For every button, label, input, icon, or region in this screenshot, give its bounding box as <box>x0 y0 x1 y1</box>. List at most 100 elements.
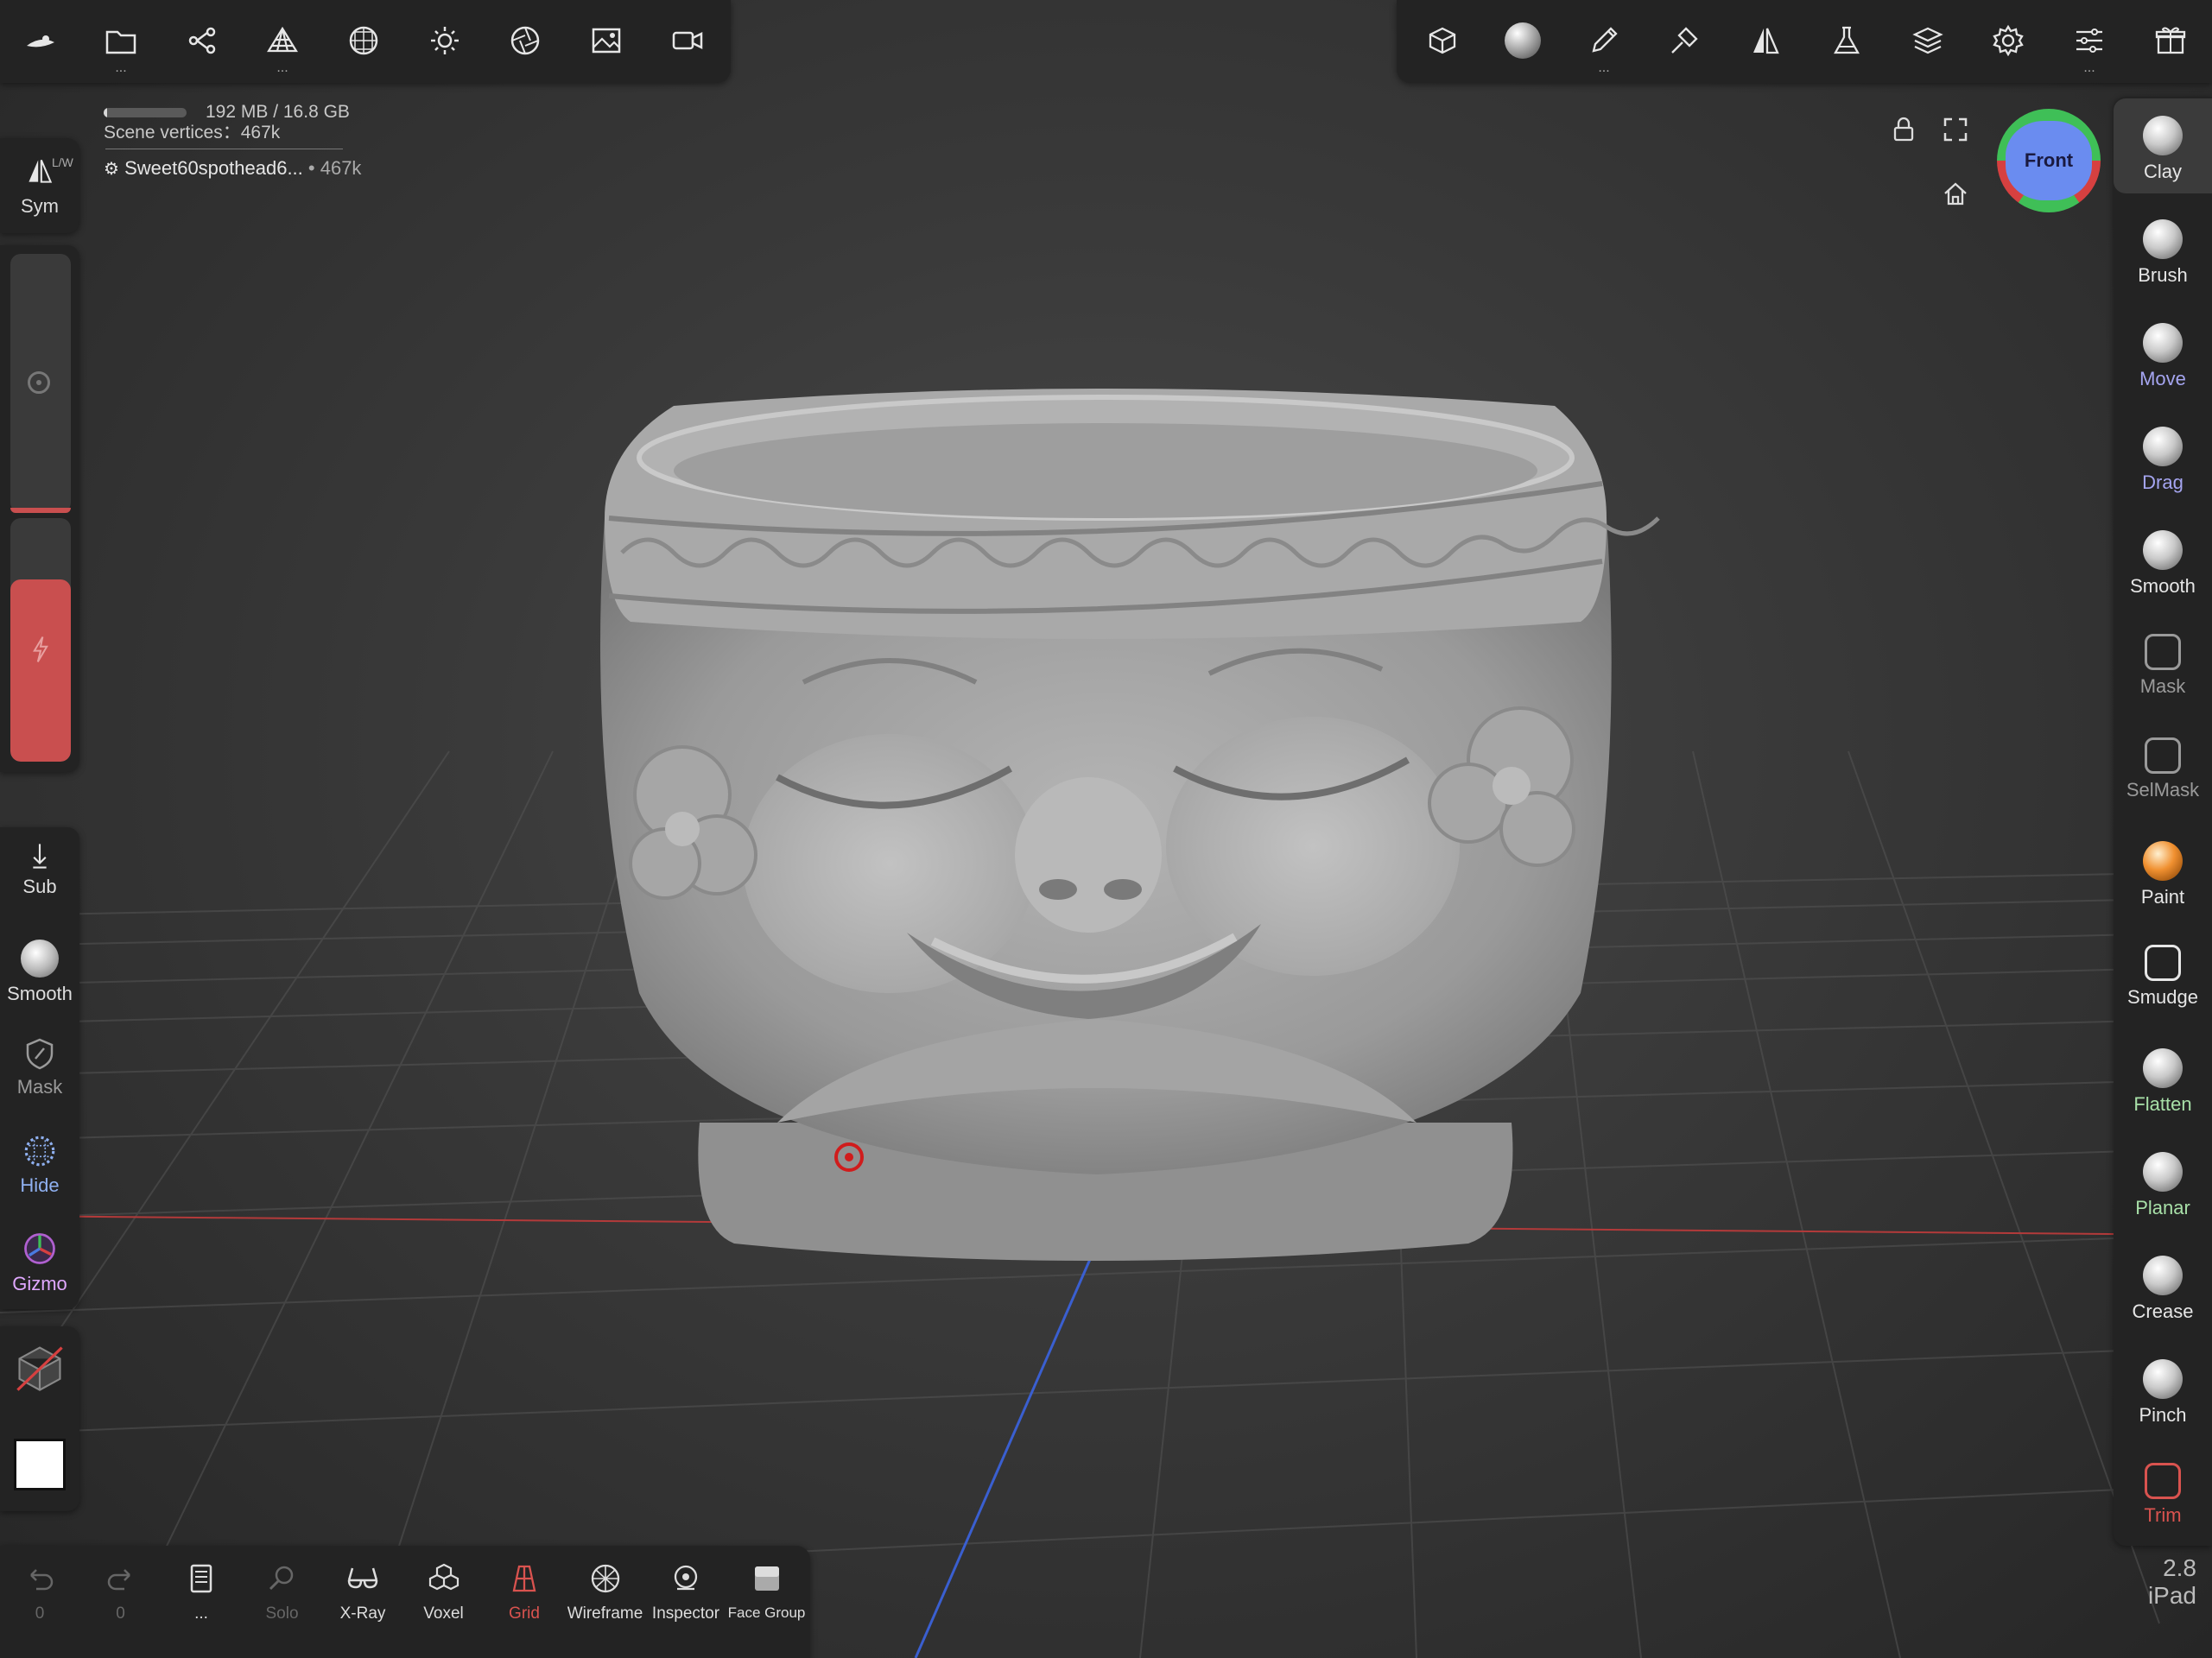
symmetry-icon[interactable] <box>1737 12 1794 69</box>
sculpt-model-pot-head[interactable] <box>0 0 2212 1658</box>
flatten-sphere-icon <box>2143 1048 2183 1088</box>
lock-icon[interactable] <box>1890 116 1917 143</box>
version-device: iPad <box>2147 1582 2196 1609</box>
tool-label: Move <box>2139 368 2186 389</box>
wireframe-sphere-icon <box>591 1564 619 1593</box>
solo-search-icon <box>269 1566 293 1591</box>
camera-disabled-icon <box>16 1346 63 1391</box>
crease-sphere-icon <box>2143 1256 2183 1295</box>
tool-planar[interactable]: Planar <box>2114 1135 2212 1230</box>
face-group-button[interactable]: Face Group <box>727 1561 807 1622</box>
video-icon[interactable] <box>659 12 716 69</box>
sym-badge: L/W <box>52 155 73 169</box>
layers-icon[interactable] <box>1899 12 1956 69</box>
memory-bar <box>104 107 187 117</box>
tool-drag[interactable]: Drag <box>2114 409 2212 504</box>
drag-sphere-icon <box>2143 427 2183 466</box>
tool-crease[interactable]: Crease <box>2114 1238 2212 1333</box>
tool-move[interactable]: Move <box>2114 306 2212 401</box>
clay-sphere-icon <box>2143 116 2183 155</box>
smooth-label: Smooth <box>7 983 73 1004</box>
topology-icon[interactable] <box>335 12 392 69</box>
intensity-slider[interactable] <box>10 518 71 762</box>
tool-mask[interactable]: Mask <box>2114 617 2212 712</box>
xray-glasses-button[interactable]: X-Ray <box>323 1561 402 1623</box>
multires-icon[interactable]: ... <box>254 12 311 75</box>
stroke-pen-icon[interactable]: ... <box>1575 12 1632 75</box>
tool-label: Trim <box>2144 1504 2182 1526</box>
solo-search-button[interactable]: Solo <box>243 1561 322 1623</box>
bottom-button-label: Solo <box>265 1604 299 1623</box>
folder-icon[interactable]: ... <box>92 12 149 75</box>
matcap-sphere-icon[interactable] <box>1494 12 1551 69</box>
hide-label: Hide <box>20 1174 60 1196</box>
undo-button[interactable]: 0 <box>0 1561 79 1623</box>
settings-gear-icon[interactable] <box>1980 12 2037 69</box>
background-image-icon[interactable] <box>578 12 635 69</box>
smooth-button[interactable]: Smooth <box>0 940 79 1005</box>
object-row[interactable]: ⚙ Sweet60spothead6... • 467k <box>104 158 361 180</box>
tool-label: Mask <box>2139 675 2186 697</box>
camera-toggle-button[interactable] <box>0 1340 79 1401</box>
bottom-button-label: Face Group <box>727 1604 806 1621</box>
sym-panel[interactable]: Sym L/W <box>0 138 79 233</box>
tool-label: Planar <box>2135 1197 2190 1218</box>
color-swatch[interactable] <box>0 1439 79 1490</box>
symmetry-icon <box>29 159 53 183</box>
tool-label: Paint <box>2140 886 2185 908</box>
color-swatch-white[interactable] <box>14 1439 66 1490</box>
tools-panel: Clay Brush Move Drag Smooth Mask SelMask Paint S… <box>2114 97 2212 1546</box>
wireframe-sphere-button[interactable]: Wireframe <box>566 1561 645 1623</box>
tool-smudge[interactable]: Smudge <box>2114 927 2212 1022</box>
sub-button[interactable]: Sub <box>0 841 79 898</box>
camera-aperture-icon[interactable] <box>497 12 554 69</box>
tool-label: Pinch <box>2139 1404 2187 1426</box>
app-logo-icon[interactable] <box>12 12 69 69</box>
flask-icon[interactable] <box>1818 12 1875 69</box>
gizmo-label: Gizmo <box>12 1273 67 1294</box>
tool-brush[interactable]: Brush <box>2114 202 2212 297</box>
view-cube[interactable]: Front <box>1997 109 2104 216</box>
smudge-sphere-icon <box>2145 945 2181 981</box>
undo-icon <box>30 1569 54 1591</box>
light-icon[interactable] <box>416 12 473 69</box>
hide-button[interactable]: Hide <box>0 1133 79 1197</box>
scene-info: 192 MB / 16.8 GB Scene vertices：467k ⚙ S… <box>104 102 361 180</box>
face-group-icon <box>754 1566 779 1591</box>
top-toolbar-right: ... ... <box>1397 0 2212 83</box>
scene-tree-icon[interactable] <box>174 12 231 69</box>
version-label: 2.8 iPad <box>2148 1554 2196 1610</box>
selmask-sphere-icon <box>2145 737 2181 774</box>
mask-button[interactable]: Mask <box>0 1036 79 1098</box>
tool-paint[interactable]: Paint <box>2114 824 2212 919</box>
brush-settings-icon[interactable] <box>1656 12 1713 69</box>
history-button[interactable]: ... <box>162 1561 241 1623</box>
tool-label: Crease <box>2132 1300 2194 1322</box>
tool-smooth[interactable]: Smooth <box>2114 513 2212 608</box>
radius-slider[interactable] <box>10 254 71 513</box>
view-cube-face[interactable]: Front <box>2006 121 2092 200</box>
tool-flatten[interactable]: Flatten <box>2114 1031 2212 1126</box>
tool-label: Drag <box>2142 471 2183 493</box>
3d-viewport[interactable] <box>0 0 2212 1658</box>
sym-label: Sym <box>21 195 59 217</box>
pinch-sphere-icon <box>2143 1359 2183 1399</box>
gizmo-button[interactable]: Gizmo <box>0 1230 79 1295</box>
voxel-cubes-button[interactable]: Voxel <box>404 1561 484 1623</box>
redo-button[interactable]: 0 <box>81 1561 161 1623</box>
tool-label: Smudge <box>2127 986 2198 1008</box>
mask-shield-icon <box>26 1038 54 1070</box>
smooth-sphere-icon <box>2143 530 2183 570</box>
tool-label: SelMask <box>2126 779 2200 801</box>
tool-clay[interactable]: Clay <box>2114 98 2212 193</box>
tool-selmask[interactable]: SelMask <box>2114 720 2212 815</box>
fullscreen-icon[interactable] <box>1942 116 1969 143</box>
gift-icon[interactable] <box>2142 12 2199 69</box>
grid-button[interactable]: Grid <box>485 1561 564 1623</box>
sliders-icon[interactable]: ... <box>2061 12 2118 75</box>
material-cube-icon[interactable] <box>1414 12 1471 69</box>
tool-trim[interactable]: Trim <box>2114 1446 2212 1541</box>
inspector-eye-button[interactable]: Inspector <box>646 1561 726 1623</box>
tool-pinch[interactable]: Pinch <box>2114 1342 2212 1437</box>
home-icon[interactable] <box>1942 180 1969 207</box>
